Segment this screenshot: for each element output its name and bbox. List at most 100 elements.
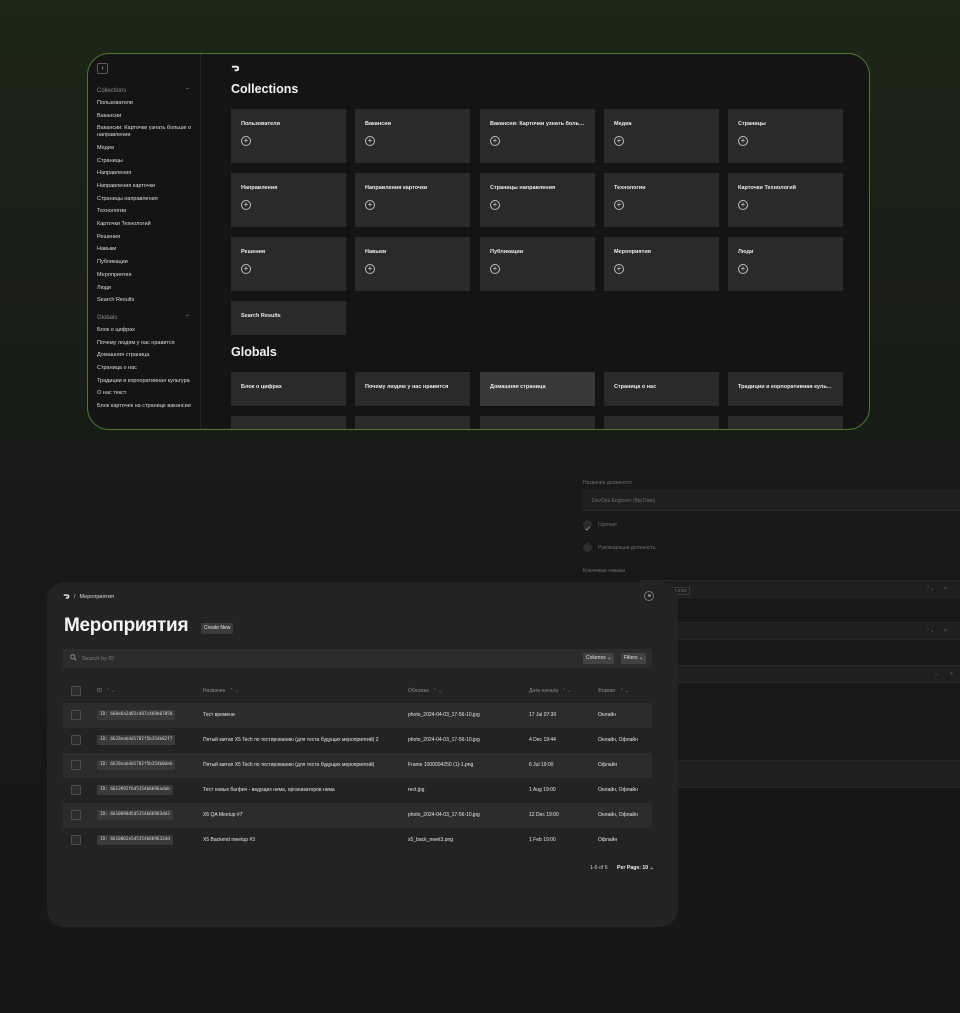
ghost-textarea[interactable] bbox=[660, 760, 960, 788]
global-card[interactable]: Страница о нас bbox=[604, 372, 719, 406]
sidebar-item[interactable]: Карточки Технологий bbox=[97, 218, 200, 231]
row-checkbox[interactable] bbox=[71, 785, 81, 795]
add-icon[interactable]: + bbox=[738, 264, 748, 274]
sort-arrows-icon[interactable]: ⌃⌄ bbox=[229, 688, 239, 694]
position-field[interactable]: DevOps Engineer (Big Data) bbox=[583, 490, 960, 511]
row-id[interactable]: ID: 660e6a2d92c407c469b07058 bbox=[97, 710, 176, 720]
sidebar-item[interactable]: Вакансии bbox=[97, 110, 200, 123]
sidebar-item[interactable]: Публикации bbox=[97, 256, 200, 269]
row-id[interactable]: ID: 6628eab4d1702f5b354b82f7 bbox=[97, 735, 176, 745]
table-row[interactable]: ID: 6628eab4d1702f5b354b0deb Пятый митап … bbox=[63, 753, 652, 778]
add-icon[interactable]: + bbox=[614, 136, 624, 146]
global-card[interactable] bbox=[604, 416, 719, 429]
collection-card[interactable]: Вакансии + bbox=[355, 109, 470, 163]
global-card[interactable]: Почему людям у нас нравится bbox=[355, 372, 470, 406]
add-icon[interactable]: + bbox=[241, 264, 251, 274]
sidebar-item[interactable]: Search Results bbox=[97, 294, 200, 307]
collection-card[interactable]: Решения + bbox=[231, 237, 346, 291]
sidebar-item[interactable]: Люди bbox=[97, 282, 200, 295]
chevron-down-icon[interactable]: ⌄ bbox=[934, 671, 938, 677]
column-cover[interactable]: Обложка ⌃⌄ bbox=[408, 688, 443, 694]
create-new-button[interactable]: Create New bbox=[201, 623, 234, 634]
close-icon[interactable]: × bbox=[944, 586, 947, 592]
global-card[interactable] bbox=[728, 416, 843, 429]
collection-card[interactable]: Страницы + bbox=[728, 109, 843, 163]
collection-card[interactable]: Мероприятия + bbox=[604, 237, 719, 291]
column-start-date[interactable]: Дата начала ⌃⌄ bbox=[529, 688, 572, 694]
global-card[interactable] bbox=[480, 416, 595, 429]
select-all-checkbox[interactable] bbox=[71, 686, 81, 696]
skills-field[interactable]: Linux ⌃⌄ × bbox=[640, 580, 960, 598]
add-icon[interactable]: + bbox=[738, 136, 748, 146]
table-row[interactable]: ID: 6610090d5d5354b6b963dd3 X5 QA Meetup … bbox=[63, 803, 652, 828]
add-icon[interactable]: + bbox=[490, 200, 500, 210]
close-icon[interactable]: × bbox=[944, 628, 947, 634]
table-row[interactable]: ID: 6613992f6d5354b6b96adab Тест новых ба… bbox=[63, 778, 652, 803]
collection-card[interactable]: Направления карточки + bbox=[355, 173, 470, 227]
sidebar-item[interactable]: Почему людям у нас нравится bbox=[97, 337, 200, 350]
sort-arrows-icon[interactable]: ⌃⌄ bbox=[562, 688, 572, 694]
collection-card[interactable]: Страницы направления + bbox=[480, 173, 595, 227]
table-row[interactable]: ID: 6628eab4d1702f5b354b82f7 Пятый митап … bbox=[63, 728, 652, 753]
add-icon[interactable]: + bbox=[490, 264, 500, 274]
column-name[interactable]: Название ⌃⌄ bbox=[203, 688, 240, 694]
sidebar-item[interactable]: Вакансии: Карточки узнать больше о напра… bbox=[97, 122, 200, 141]
row-checkbox[interactable] bbox=[71, 835, 81, 845]
collection-card[interactable]: Search Results bbox=[231, 301, 346, 335]
ghost-field-3[interactable]: ⌄ × bbox=[660, 665, 960, 683]
global-card[interactable]: Домашняя страница bbox=[480, 372, 595, 406]
sidebar-item[interactable]: Решения bbox=[97, 231, 200, 244]
lead-checkbox[interactable] bbox=[583, 543, 592, 552]
collection-card[interactable]: Направления + bbox=[231, 173, 346, 227]
sidebar-item[interactable]: Мероприятия bbox=[97, 269, 200, 282]
row-id[interactable]: ID: 6628eab4d1702f5b354b0deb bbox=[97, 760, 176, 770]
sidebar-item[interactable]: Традиции и корпоративная культура bbox=[97, 375, 200, 388]
brand-logo-icon[interactable] bbox=[63, 593, 70, 600]
sidebar-item[interactable]: Навыки bbox=[97, 243, 200, 256]
row-id[interactable]: ID: 6613992f6d5354b6b96adab bbox=[97, 785, 173, 795]
sidebar-collections-group[interactable]: Collections ⌃ bbox=[97, 85, 200, 97]
row-checkbox[interactable] bbox=[71, 735, 81, 745]
sidebar-item[interactable]: Пользователи bbox=[97, 97, 200, 110]
row-checkbox[interactable] bbox=[71, 710, 81, 720]
collection-card[interactable]: Пользователи + bbox=[231, 109, 346, 163]
add-icon[interactable]: + bbox=[738, 200, 748, 210]
collection-card[interactable]: Навыки + bbox=[355, 237, 470, 291]
chevron-updown-icon[interactable]: ⌃⌄ bbox=[926, 628, 934, 634]
sidebar-globals-group[interactable]: Globals ⌃ bbox=[97, 312, 200, 324]
add-icon[interactable]: + bbox=[241, 200, 251, 210]
sidebar-item[interactable]: Домашняя страница bbox=[97, 349, 200, 362]
global-card[interactable]: Традиции и корпоративная культура bbox=[728, 372, 843, 406]
add-icon[interactable]: + bbox=[490, 136, 500, 146]
add-icon[interactable]: + bbox=[365, 136, 375, 146]
per-page-select[interactable]: Per Page: 10 ⌄ bbox=[617, 865, 654, 871]
add-icon[interactable]: + bbox=[614, 264, 624, 274]
sidebar-item[interactable]: Технологии bbox=[97, 205, 200, 218]
sidebar-item[interactable]: Страницы направления bbox=[97, 193, 200, 206]
row-id[interactable]: ID: 6610090d5d5354b6b963dd3 bbox=[97, 810, 173, 820]
collection-card[interactable]: Вакансии: Карточки узнать больше о напра… bbox=[480, 109, 595, 163]
hot-checkbox[interactable] bbox=[583, 520, 592, 531]
row-checkbox[interactable] bbox=[71, 810, 81, 820]
chevron-updown-icon[interactable]: ⌃⌄ bbox=[926, 586, 934, 592]
sidebar-item[interactable]: Медиа bbox=[97, 142, 200, 155]
sidebar-item[interactable]: Блок о цифрах bbox=[97, 324, 200, 337]
collection-card[interactable]: Люди + bbox=[728, 237, 843, 291]
add-icon[interactable]: + bbox=[365, 200, 375, 210]
row-checkbox[interactable] bbox=[71, 760, 81, 770]
add-icon[interactable]: + bbox=[365, 264, 375, 274]
add-icon[interactable]: + bbox=[241, 136, 251, 146]
column-id[interactable]: ID ⌃⌄ bbox=[97, 688, 116, 694]
collapse-sidebar-button[interactable]: ‹ bbox=[97, 63, 108, 74]
search-input[interactable] bbox=[82, 653, 482, 664]
global-card[interactable] bbox=[355, 416, 470, 429]
sort-arrows-icon[interactable]: ⌃⌄ bbox=[106, 688, 116, 694]
collection-card[interactable]: Медиа + bbox=[604, 109, 719, 163]
sidebar-item[interactable]: Блок карточек на странице вакансии bbox=[97, 400, 200, 413]
column-format[interactable]: Формат ⌃⌄ bbox=[598, 688, 630, 694]
columns-button[interactable]: Columns ⌄ bbox=[583, 653, 615, 664]
collection-card[interactable]: Карточки Технологий + bbox=[728, 173, 843, 227]
close-icon[interactable]: × bbox=[950, 671, 953, 677]
collection-card[interactable]: Технологии + bbox=[604, 173, 719, 227]
filters-button[interactable]: Filters ⌄ bbox=[621, 653, 647, 664]
